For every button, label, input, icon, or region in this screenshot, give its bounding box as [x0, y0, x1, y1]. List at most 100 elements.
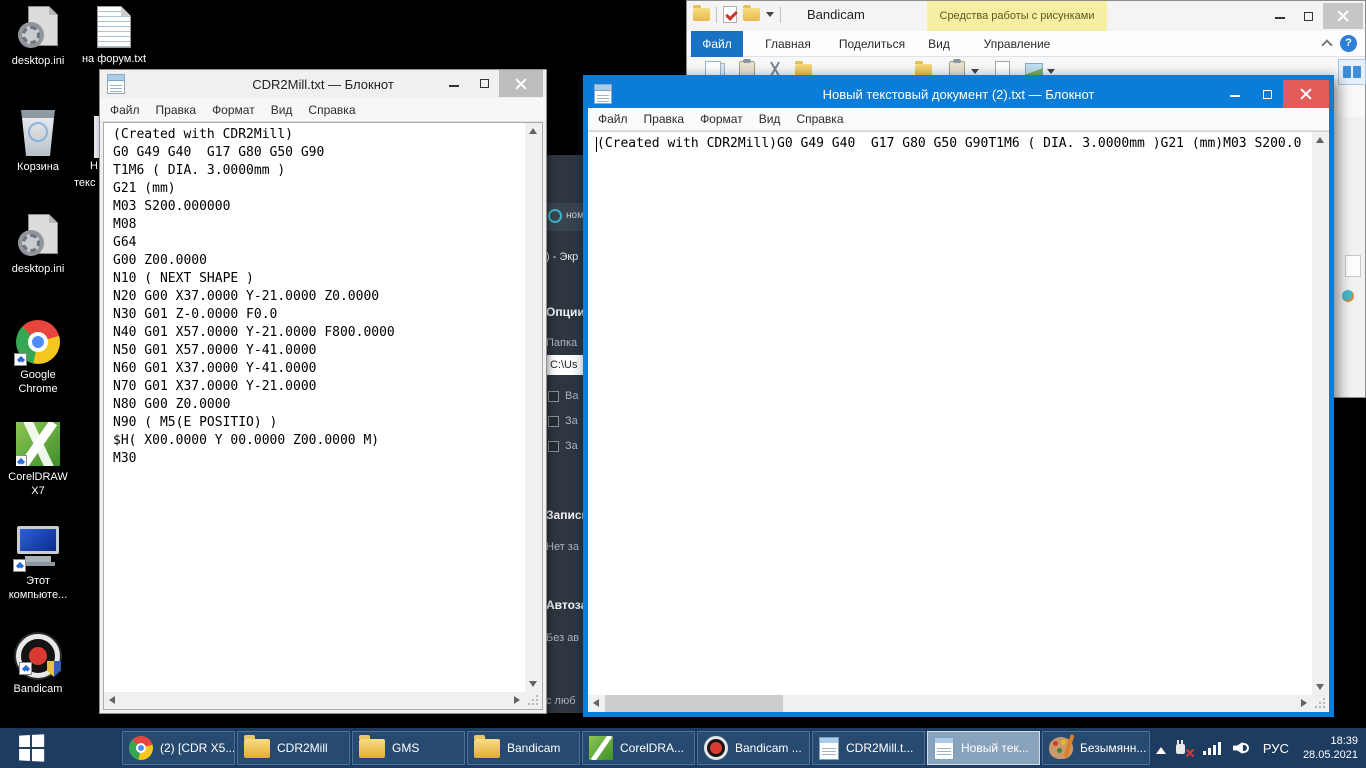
quick-access-toolbar[interactable]: [693, 5, 781, 23]
system-tray: РУС 18:39 28.05.2021: [1155, 728, 1366, 768]
menu-edit[interactable]: Правка: [636, 109, 693, 129]
menu-edit[interactable]: Правка: [148, 100, 205, 120]
power-status-icon[interactable]: [1175, 742, 1191, 755]
vertical-scrollbar[interactable]: [1312, 132, 1329, 695]
shortcut-arrow-icon: [16, 455, 27, 466]
taskbar-item-notepad-cdr2mill[interactable]: CDR2Mill.t...: [812, 731, 925, 765]
explorer-title-bar[interactable]: Bandicam Средства работы с рисунками: [687, 1, 1365, 31]
minimize-button[interactable]: [439, 70, 469, 97]
close-button[interactable]: [499, 70, 543, 97]
taskbar-item-notepad-new-active[interactable]: Новый тек...: [927, 731, 1040, 765]
taskbar-item-label: (2) [CDR X5...: [160, 741, 234, 755]
taskbar-item-folder-cdr2mill[interactable]: CDR2Mill: [237, 731, 350, 765]
chrome-icon: [129, 736, 153, 760]
horizontal-scrollbar[interactable]: [588, 695, 1312, 712]
bandicam-folder-label: Папка: [546, 337, 578, 349]
notepad1-text-area[interactable]: (Created with CDR2Mill) G0 G49 G40 G17 G…: [104, 123, 525, 692]
taskbar-item-coreldraw[interactable]: CorelDRA...: [582, 731, 695, 765]
menu-file[interactable]: Файл: [590, 109, 636, 129]
bandicam-app-window-sliver: ном ) - Экр Опции Папка C:\Us Ва За За З…: [540, 155, 586, 713]
menu-help[interactable]: Справка: [788, 109, 851, 129]
bandicam-check2-label: За: [565, 415, 578, 427]
desktop-icon-coreldraw-x7[interactable]: CorelDRAW X7: [0, 422, 76, 498]
menu-file[interactable]: Файл: [102, 100, 148, 120]
bandicam-path-field[interactable]: C:\Us: [546, 355, 586, 375]
gear-file-icon: [18, 6, 58, 50]
notepad1-title-bar[interactable]: CDR2Mill.txt — Блокнот: [100, 70, 546, 98]
menu-format[interactable]: Формат: [692, 109, 751, 129]
help-icon[interactable]: ?: [1340, 35, 1357, 52]
tab-file[interactable]: Файл: [691, 31, 743, 57]
navigation-pane-icon[interactable]: [1338, 59, 1366, 85]
taskbar: (2) [CDR X5... CDR2Mill GMS Bandicam Cor…: [0, 728, 1366, 768]
resize-grip[interactable]: [1312, 695, 1329, 712]
bandicam-icon: [704, 736, 728, 760]
text-file-icon: [97, 6, 131, 48]
qat-dropdown-icon[interactable]: [766, 12, 774, 21]
tab-view[interactable]: Вид: [917, 31, 961, 57]
bandicam-autostart-header: Автоза: [546, 598, 586, 612]
notepad2-title-bar[interactable]: Новый текстовый документ (2).txt — Блокн…: [588, 80, 1329, 108]
maximize-button[interactable]: [469, 70, 499, 97]
desktop-icon-na-forum[interactable]: на форум.txt: [76, 6, 152, 66]
desktop-icon-desktop-ini-1[interactable]: desktop.ini: [0, 6, 76, 68]
taskbar-item-label: CorelDRA...: [620, 741, 685, 755]
notepad2-window-title: Новый текстовый документ (2).txt — Блокн…: [822, 86, 1095, 102]
chrome-icon: [14, 320, 60, 366]
tab-share[interactable]: Поделиться: [829, 31, 915, 57]
properties-check-icon[interactable]: [723, 6, 737, 23]
bandicam-home-tab[interactable]: ном: [540, 203, 586, 231]
taskbar-item-chrome[interactable]: (2) [CDR X5...: [122, 731, 235, 765]
menu-view[interactable]: Вид: [263, 100, 301, 120]
desktop-icon-desktop-ini-2[interactable]: desktop.ini: [0, 214, 76, 276]
paint-palette-icon: [1049, 737, 1073, 759]
close-button[interactable]: [1323, 3, 1363, 29]
tab-manage[interactable]: Управление: [967, 31, 1067, 57]
checkbox[interactable]: [548, 416, 559, 427]
shortcut-arrow-icon: [19, 662, 32, 675]
minimize-button[interactable]: [1219, 80, 1251, 108]
checkbox[interactable]: [548, 391, 559, 402]
volume-icon[interactable]: [1232, 741, 1249, 755]
clock[interactable]: 18:39 28.05.2021: [1303, 734, 1358, 762]
checkbox[interactable]: [548, 441, 559, 452]
desktop-icon-recycle-bin[interactable]: Корзина: [0, 110, 76, 174]
tab-home[interactable]: Главная: [753, 31, 823, 57]
new-folder-icon[interactable]: [743, 5, 760, 21]
taskbar-item-label: Bandicam ...: [735, 741, 802, 755]
network-signal-icon[interactable]: [1202, 741, 1221, 755]
scrollbar-thumb[interactable]: [605, 695, 783, 712]
maximize-button[interactable]: [1294, 3, 1323, 29]
desktop-icon-bandicam[interactable]: Bandicam: [0, 634, 76, 696]
vertical-scrollbar[interactable]: [525, 123, 542, 692]
notepad2-menu-bar: Файл Правка Формат Вид Справка: [588, 108, 1329, 131]
minimize-button[interactable]: [1265, 3, 1294, 29]
taskbar-item-label: Безымянн...: [1080, 741, 1147, 755]
taskbar-item-paint[interactable]: Безымянн...: [1042, 731, 1150, 765]
bandicam-autostart-status: Без ав: [546, 632, 580, 644]
horizontal-scrollbar[interactable]: [104, 692, 525, 709]
close-button[interactable]: [1283, 80, 1329, 108]
resize-grip[interactable]: [525, 692, 542, 709]
taskbar-item-folder-gms[interactable]: GMS: [352, 731, 465, 765]
desktop-icon-google-chrome[interactable]: Google Chrome: [0, 320, 76, 396]
menu-format[interactable]: Формат: [204, 100, 263, 120]
notepad-icon: [819, 736, 839, 760]
recycle-bin-icon: [21, 110, 55, 156]
start-button[interactable]: [0, 728, 62, 768]
notepad2-text-area[interactable]: (Created with CDR2Mill)G0 G49 G40 G17 G8…: [588, 132, 1312, 695]
taskbar-item-bandicam-app[interactable]: Bandicam ...: [697, 731, 810, 765]
tray-time: 18:39: [1330, 735, 1358, 747]
menu-view[interactable]: Вид: [751, 109, 789, 129]
folder-icon[interactable]: [693, 5, 710, 21]
desktop-icon-label: desktop.ini: [11, 263, 65, 275]
tray-overflow-icon[interactable]: [1155, 742, 1166, 754]
menu-help[interactable]: Справка: [300, 100, 363, 120]
language-indicator[interactable]: РУС: [1263, 741, 1289, 756]
ribbon-collapse-icon[interactable]: [1321, 39, 1333, 51]
taskbar-item-folder-bandicam[interactable]: Bandicam: [467, 731, 580, 765]
desktop-icon-this-pc[interactable]: Этот компьюте...: [0, 526, 76, 602]
maximize-button[interactable]: [1251, 80, 1283, 108]
notepad1-content: (Created with CDR2Mill) G0 G49 G40 G17 G…: [113, 127, 395, 466]
context-ribbon-tab-header: Средства работы с рисунками: [927, 1, 1107, 31]
